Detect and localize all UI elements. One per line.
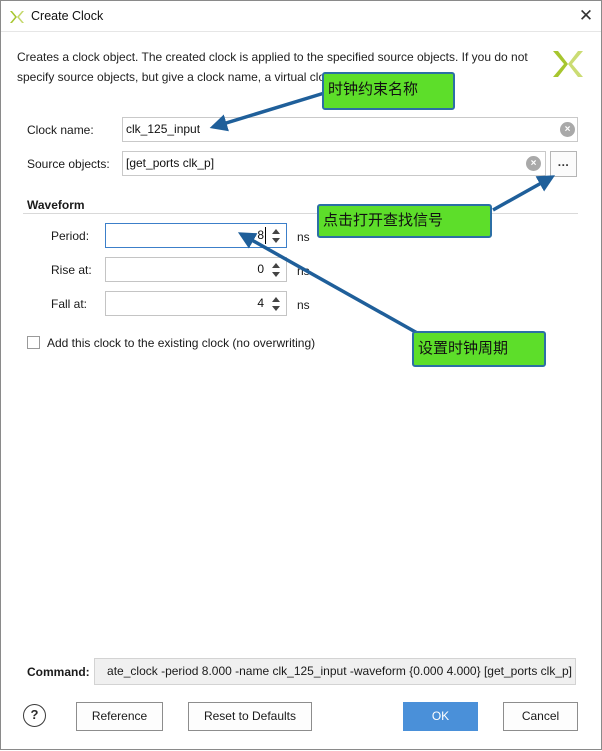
source-objects-input[interactable]: [get_ports clk_p] xyxy=(122,151,546,176)
add-clock-checkbox[interactable] xyxy=(27,336,40,349)
spin-down-icon[interactable] xyxy=(272,306,280,311)
fall-unit: ns xyxy=(297,298,310,312)
clear-circle-icon[interactable]: × xyxy=(560,122,575,137)
clear-circle-icon[interactable]: × xyxy=(526,156,541,171)
fall-spinner[interactable]: 4 xyxy=(105,291,287,316)
spinner-arrows[interactable] xyxy=(268,258,286,281)
section-divider xyxy=(23,213,578,214)
ok-button[interactable]: OK xyxy=(403,702,478,731)
spin-up-icon[interactable] xyxy=(272,229,280,234)
annotation-clock-name: 时钟约束名称 xyxy=(322,72,455,110)
spin-down-icon[interactable] xyxy=(272,272,280,277)
source-objects-value: [get_ports clk_p] xyxy=(126,156,215,170)
rise-spinner[interactable]: 0 xyxy=(105,257,287,282)
create-clock-dialog: Create Clock ✕ Creates a clock object. T… xyxy=(0,0,602,750)
period-value: 8 xyxy=(257,228,264,242)
annotation-arrow xyxy=(237,232,420,336)
xilinx-logo-icon xyxy=(10,11,24,23)
fall-value: 4 xyxy=(257,296,264,310)
browse-source-objects-button[interactable]: ... xyxy=(550,151,577,177)
source-objects-label: Source objects: xyxy=(27,157,110,171)
spin-up-icon[interactable] xyxy=(272,297,280,302)
rise-label: Rise at: xyxy=(51,263,92,277)
period-label: Period: xyxy=(51,229,90,243)
fall-label: Fall at: xyxy=(51,297,88,311)
spin-down-icon[interactable] xyxy=(272,238,280,243)
cancel-button[interactable]: Cancel xyxy=(503,702,578,731)
annotation-period: 设置时钟周期 xyxy=(412,331,546,367)
title-bar: Create Clock ✕ xyxy=(1,1,601,32)
spinner-arrows[interactable] xyxy=(268,224,286,247)
command-preview[interactable]: ate_clock -period 8.000 -name clk_125_in… xyxy=(94,658,576,685)
spin-up-icon[interactable] xyxy=(272,263,280,268)
xilinx-logo-icon xyxy=(553,51,583,77)
period-unit: ns xyxy=(297,230,310,244)
annotation-arrow xyxy=(492,175,556,212)
clock-name-label: Clock name: xyxy=(27,123,94,137)
annotation-browse: 点击打开查找信号 xyxy=(317,204,492,238)
rise-value: 0 xyxy=(257,262,264,276)
close-icon[interactable]: ✕ xyxy=(575,5,597,27)
reference-button[interactable]: Reference xyxy=(76,702,163,731)
window-title: Create Clock xyxy=(31,9,104,23)
clock-name-input[interactable]: clk_125_input xyxy=(122,117,578,142)
dialog-description: Creates a clock object. The created cloc… xyxy=(17,50,528,84)
annotation-arrows xyxy=(209,89,556,336)
waveform-section-title: Waveform xyxy=(27,198,85,212)
text-cursor xyxy=(265,227,266,244)
clock-name-value: clk_125_input xyxy=(126,122,201,136)
add-clock-checkbox-label[interactable]: Add this clock to the existing clock (no… xyxy=(47,336,315,350)
rise-unit: ns xyxy=(297,264,310,278)
period-spinner[interactable]: 8 xyxy=(105,223,287,248)
command-label: Command: xyxy=(27,665,90,679)
reset-to-defaults-button[interactable]: Reset to Defaults xyxy=(188,702,312,731)
spinner-arrows[interactable] xyxy=(268,292,286,315)
help-button[interactable]: ? xyxy=(23,704,46,727)
command-text: ate_clock -period 8.000 -name clk_125_in… xyxy=(107,664,572,678)
